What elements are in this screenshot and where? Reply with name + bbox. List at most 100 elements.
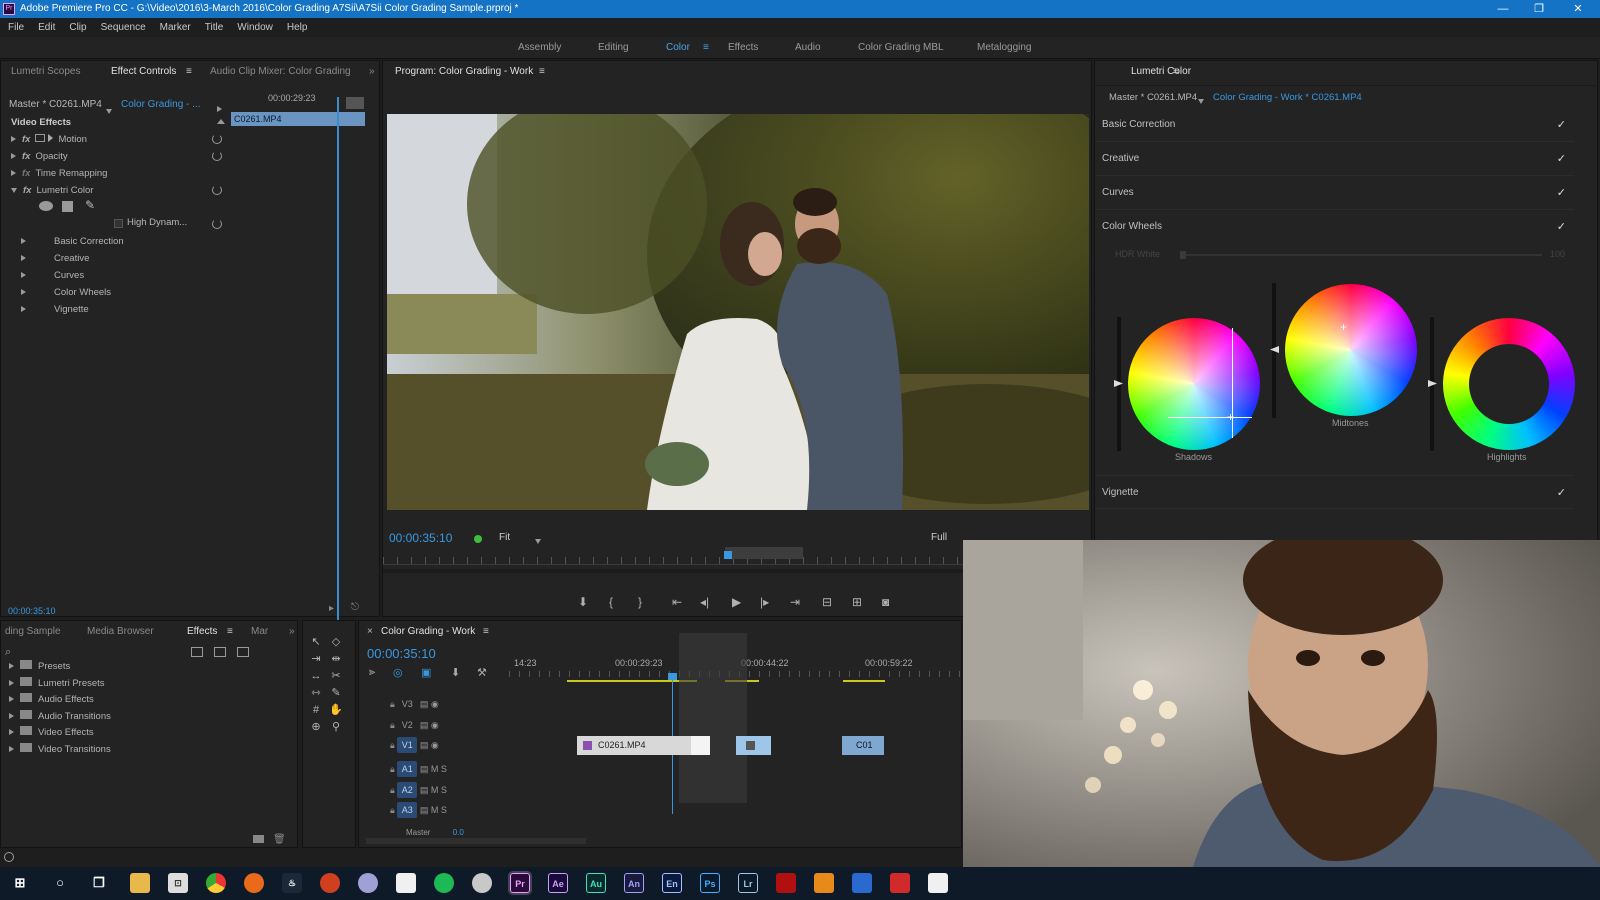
reset-icon[interactable] [212, 219, 222, 229]
itunes-icon[interactable] [472, 873, 492, 893]
workspace-audio[interactable]: Audio [795, 37, 821, 59]
hand-tool-icon[interactable]: ✋ [329, 703, 343, 717]
step-forward-icon[interactable]: |▸ [760, 595, 769, 609]
export-icon[interactable]: ⎋ [351, 602, 359, 613]
lumetri-section-creative[interactable]: Creative ✓ [1096, 142, 1574, 176]
shadows-crosshair-icon[interactable]: + [1227, 410, 1234, 424]
effect-opacity[interactable]: fx Opacity [11, 148, 68, 165]
photoshop-icon[interactable]: Ps [700, 873, 720, 893]
panel-menu-icon[interactable]: ≡ [186, 61, 192, 83]
workspace-color[interactable]: Color [666, 37, 690, 59]
ec-color-wheels[interactable]: Color Wheels [21, 284, 111, 301]
hdr-white-slider-handle[interactable] [1180, 251, 1186, 259]
audition-icon[interactable]: Au [586, 873, 606, 893]
effects-folder-video-transitions[interactable]: Video Transitions [9, 741, 111, 758]
monitor-work-area[interactable] [725, 547, 803, 559]
ec-vignette[interactable]: Vignette [21, 301, 89, 318]
video-frame[interactable] [387, 114, 1089, 510]
export-frame-icon[interactable]: ▸ [329, 603, 334, 614]
menu-marker[interactable]: Marker [160, 22, 191, 33]
tab-effect-controls[interactable]: Effect Controls [111, 61, 176, 83]
pen-mask-icon[interactable]: ✎ [85, 198, 95, 212]
ec-playhead[interactable] [337, 97, 339, 645]
file-explorer-icon[interactable] [130, 873, 150, 893]
highlights-color-wheel[interactable] [1443, 318, 1575, 450]
panel-overflow-icon[interactable]: » [369, 61, 375, 83]
effects-folder-audio-effects[interactable]: Audio Effects [9, 691, 94, 708]
sequence-clip-link[interactable]: Color Grading - ... [121, 96, 200, 114]
track-select-tool-icon[interactable]: ◇ [329, 635, 343, 649]
monitor-playhead[interactable] [724, 551, 732, 559]
timeline-timecode[interactable]: 00:00:35:10 [367, 646, 436, 661]
steam-icon[interactable]: ♨ [282, 873, 302, 893]
extract-icon[interactable]: ⊞ [852, 595, 862, 609]
timeline-playhead-handle[interactable] [668, 673, 677, 680]
add-marker-icon[interactable]: ⬇ [451, 666, 460, 679]
workspace-editing[interactable]: Editing [598, 37, 629, 59]
track-a2[interactable]: 🔒︎ A2 ▤ M S [390, 780, 447, 800]
workspace-effects[interactable]: Effects [728, 37, 758, 59]
filezilla-icon[interactable] [776, 873, 796, 893]
effects-folder-video-effects[interactable]: Video Effects [9, 724, 94, 741]
mark-in-icon[interactable]: { [609, 595, 613, 609]
selection-tool-icon[interactable]: ↖ [309, 635, 323, 649]
app-icon[interactable] [890, 873, 910, 893]
ec-curves[interactable]: Curves [21, 267, 84, 284]
playback-resolution-select[interactable]: Full [931, 532, 947, 543]
track-v2[interactable]: 🔒︎ V2 ▤ ◉ [390, 715, 439, 735]
new-folder-icon[interactable] [253, 835, 264, 843]
workspace-menu-icon[interactable]: ≡ [703, 37, 709, 59]
reset-icon[interactable] [212, 185, 222, 195]
timeline-clip-c01[interactable]: C01 [842, 736, 884, 755]
timeline-scrollbar[interactable] [366, 838, 586, 844]
effect-motion[interactable]: fx Motion [11, 131, 87, 148]
tab-audio-clip-mixer[interactable]: Audio Clip Mixer: Color Grading [210, 61, 351, 83]
zoom-tool-icon[interactable]: ⚲ [329, 720, 343, 734]
rectangle-mask-icon[interactable] [62, 201, 73, 212]
nest-icon[interactable]: ▣ [421, 666, 431, 679]
workspace-color-grading-mbl[interactable]: Color Grading MBL [858, 37, 944, 59]
menu-help[interactable]: Help [287, 22, 308, 33]
snap-icon[interactable]: ⫸ [369, 666, 375, 679]
step-back-icon[interactable]: ◂| [700, 595, 709, 609]
ec-creative[interactable]: Creative [21, 250, 89, 267]
menu-window[interactable]: Window [237, 22, 273, 33]
app-icon[interactable] [852, 873, 872, 893]
wrench-icon[interactable]: ⚒ [477, 666, 487, 679]
track-v3[interactable]: 🔒︎ V3 ▤ ◉ [390, 694, 439, 714]
program-timecode[interactable]: 00:00:35:10 [389, 531, 452, 545]
effect-lumetri-color[interactable]: fx Lumetri Color [11, 182, 93, 199]
maximize-icon[interactable]: ❐ [1521, 0, 1557, 18]
lumetri-section-color-wheels[interactable]: Color Wheels ✓ [1096, 210, 1574, 244]
hdr-white-value[interactable]: 100 [1550, 249, 1565, 259]
slip-tool-icon[interactable]: ⇿ [309, 686, 323, 700]
reset-icon[interactable] [212, 134, 222, 144]
cortana-icon[interactable]: ○ [50, 873, 70, 893]
discord-icon[interactable] [358, 873, 378, 893]
midtones-crosshair-icon[interactable]: + [1340, 320, 1347, 334]
tab-markers[interactable]: Mar [251, 621, 268, 643]
panel-menu-icon[interactable]: ≡ [227, 621, 233, 643]
menu-title[interactable]: Title [205, 22, 224, 33]
panel-menu-icon[interactable]: ≡ [539, 61, 545, 83]
notepad-icon[interactable] [396, 873, 416, 893]
go-to-in-icon[interactable]: ⇤ [672, 595, 682, 609]
slide-tool-icon[interactable]: # [309, 703, 323, 717]
track-v1[interactable]: 🔒︎ V1 ▤ ◉ [390, 735, 439, 755]
reset-icon[interactable] [212, 151, 222, 161]
track-a3[interactable]: 🔒︎ A3 ▤ M S [390, 800, 447, 820]
panel-overflow-icon[interactable]: » [289, 621, 295, 643]
effects-folder-audio-transitions[interactable]: Audio Transitions [9, 708, 111, 725]
panel-menu-icon[interactable]: ≡ [1173, 61, 1179, 83]
32bit-effects-icon[interactable] [214, 647, 226, 657]
lumetri-section-basic-correction[interactable]: Basic Correction ✓ [1096, 108, 1574, 142]
delete-icon[interactable]: 🗑 [273, 834, 286, 845]
ec-zoom-handle[interactable] [346, 97, 364, 109]
tab-media-browser[interactable]: Media Browser [87, 621, 154, 643]
razor-tool-icon[interactable]: ✂ [329, 669, 343, 683]
rate-stretch-tool-icon[interactable]: ↔ [309, 669, 323, 683]
document-icon[interactable] [928, 873, 948, 893]
panel-menu-icon[interactable]: ≡ [483, 621, 489, 643]
track-a1[interactable]: 🔒︎ A1 ▤ M S [390, 759, 447, 779]
encore-icon[interactable]: En [662, 873, 682, 893]
